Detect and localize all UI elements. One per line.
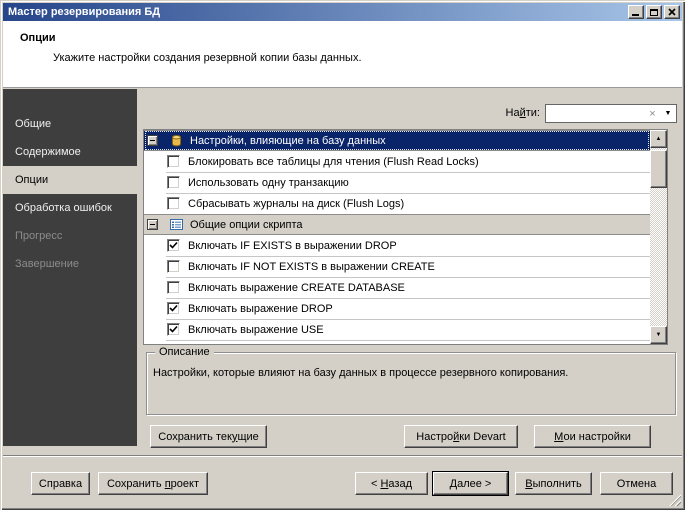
maximize-button[interactable] bbox=[646, 5, 662, 19]
checkbox-icon[interactable] bbox=[167, 239, 180, 252]
minus-glyph bbox=[150, 224, 155, 225]
next-button[interactable]: Далее > bbox=[433, 472, 508, 495]
minimize-button[interactable] bbox=[628, 5, 644, 19]
option-row-flush-read-locks[interactable]: Блокировать все таблицы для чтения (Flus… bbox=[144, 151, 650, 172]
scroll-up-icon[interactable]: ▲ bbox=[650, 130, 667, 148]
save-current-button[interactable]: Сохранить текущие bbox=[150, 425, 267, 448]
back-button[interactable]: < Назад bbox=[355, 472, 428, 495]
sidebar-item-general[interactable]: Общие bbox=[3, 110, 137, 138]
checkbox-icon[interactable] bbox=[167, 281, 180, 294]
collapse-minus-icon[interactable] bbox=[147, 135, 158, 146]
checkbox-icon[interactable] bbox=[167, 344, 180, 345]
group-row-script-options[interactable]: Общие опции скрипта bbox=[144, 214, 650, 235]
sidebar-item-progress: Прогресс bbox=[15, 230, 63, 242]
scroll-down-icon[interactable]: ▼ bbox=[650, 326, 667, 344]
option-label: Включать опцию CASCADE CONSTRAINTS bbox=[188, 345, 411, 346]
option-label: Включать IF NOT EXISTS в выражении CREAT… bbox=[188, 260, 435, 273]
page-subtitle: Укажите настройки создания резервной коп… bbox=[53, 52, 362, 64]
sidebar-item-finish: Завершение bbox=[15, 258, 79, 270]
titlebar-buttons bbox=[626, 5, 680, 19]
option-label: Сбрасывать журналы на диск (Flush Logs) bbox=[188, 197, 405, 210]
help-button[interactable]: Справка bbox=[31, 472, 90, 495]
steps-sidebar: Общие Содержимое Опции Обработка ошибок … bbox=[3, 89, 137, 446]
option-label: Включать выражение USE bbox=[188, 323, 324, 336]
database-icon bbox=[170, 134, 183, 147]
footer-separator bbox=[3, 455, 682, 457]
search-combobox[interactable]: × ▼ bbox=[545, 104, 677, 123]
minus-glyph bbox=[150, 140, 155, 141]
search-label: Найти: bbox=[505, 107, 540, 119]
checkbox-icon[interactable] bbox=[167, 302, 180, 315]
option-row-create-database[interactable]: Включать выражение CREATE DATABASE bbox=[144, 277, 650, 298]
sidebar-item-options[interactable]: Опции bbox=[3, 166, 137, 194]
option-label: Использовать одну транзакцию bbox=[188, 176, 349, 189]
devart-settings-button[interactable]: Настройки Devart bbox=[404, 425, 518, 448]
option-row-single-transaction[interactable]: Использовать одну транзакцию bbox=[144, 172, 650, 193]
option-label: Включать выражение DROP bbox=[188, 302, 333, 315]
execute-button[interactable]: Выполнить bbox=[515, 472, 592, 495]
description-text: Настройки, которые влияют на базу данных… bbox=[153, 367, 569, 379]
minimize-icon bbox=[632, 14, 639, 16]
option-label: Блокировать все таблицы для чтения (Flus… bbox=[188, 155, 479, 168]
checkbox-icon[interactable] bbox=[167, 197, 180, 210]
search-input[interactable] bbox=[546, 105, 645, 122]
option-row-if-exists-drop[interactable]: Включать IF EXISTS в выражении DROP bbox=[144, 235, 650, 256]
close-button[interactable] bbox=[664, 5, 680, 19]
option-row-flush-logs[interactable]: Сбрасывать журналы на диск (Flush Logs) bbox=[144, 193, 650, 214]
wizard-window: Мастер резервирования БД Опции Укажите н… bbox=[0, 0, 685, 510]
close-icon bbox=[668, 8, 676, 16]
script-list-icon bbox=[170, 218, 183, 231]
my-settings-button[interactable]: Мои настройки bbox=[534, 425, 651, 448]
option-row-if-not-exists-create[interactable]: Включать IF NOT EXISTS в выражении CREAT… bbox=[144, 256, 650, 277]
options-rows: Настройки, влияющие на базу данных Блоки… bbox=[144, 130, 650, 346]
scrollbar-thumb[interactable] bbox=[650, 150, 667, 188]
titlebar[interactable]: Мастер резервирования БД bbox=[3, 3, 682, 21]
option-label: Включать IF EXISTS в выражении DROP bbox=[188, 239, 397, 252]
option-row-use-statement[interactable]: Включать выражение USE bbox=[144, 319, 650, 340]
sidebar-item-content[interactable]: Содержимое bbox=[3, 138, 137, 166]
group-row-database-settings[interactable]: Настройки, влияющие на базу данных bbox=[144, 130, 650, 151]
maximize-icon bbox=[650, 8, 658, 16]
clear-icon[interactable]: × bbox=[645, 108, 660, 120]
sidebar-item-error-handling[interactable]: Обработка ошибок bbox=[3, 194, 137, 222]
option-row-drop-statement[interactable]: Включать выражение DROP bbox=[144, 298, 650, 319]
checkbox-icon[interactable] bbox=[167, 176, 180, 189]
options-list: Настройки, влияющие на базу данных Блоки… bbox=[143, 129, 668, 345]
group-label: Общие опции скрипта bbox=[190, 218, 303, 231]
window-title: Мастер резервирования БД bbox=[8, 6, 161, 18]
description-groupbox: Описание Настройки, которые влияют на ба… bbox=[146, 346, 676, 415]
checkbox-icon[interactable] bbox=[167, 155, 180, 168]
wizard-header: Опции Укажите настройки создания резервн… bbox=[3, 21, 682, 88]
page-title: Опции bbox=[20, 32, 56, 44]
option-row-cascade-constraints[interactable]: Включать опцию CASCADE CONSTRAINTS bbox=[144, 340, 650, 346]
save-project-button[interactable]: Сохранить проект bbox=[98, 472, 208, 495]
group-label: Настройки, влияющие на базу данных bbox=[190, 134, 386, 147]
description-legend: Описание bbox=[155, 346, 214, 359]
cancel-button[interactable]: Отмена bbox=[600, 472, 673, 495]
checkbox-icon[interactable] bbox=[167, 323, 180, 336]
chevron-down-icon[interactable]: ▼ bbox=[660, 110, 676, 117]
vertical-scrollbar[interactable]: ▲ ▼ bbox=[650, 130, 667, 344]
collapse-minus-icon[interactable] bbox=[147, 219, 158, 230]
option-label: Включать выражение CREATE DATABASE bbox=[188, 281, 405, 294]
checkbox-icon[interactable] bbox=[167, 260, 180, 273]
